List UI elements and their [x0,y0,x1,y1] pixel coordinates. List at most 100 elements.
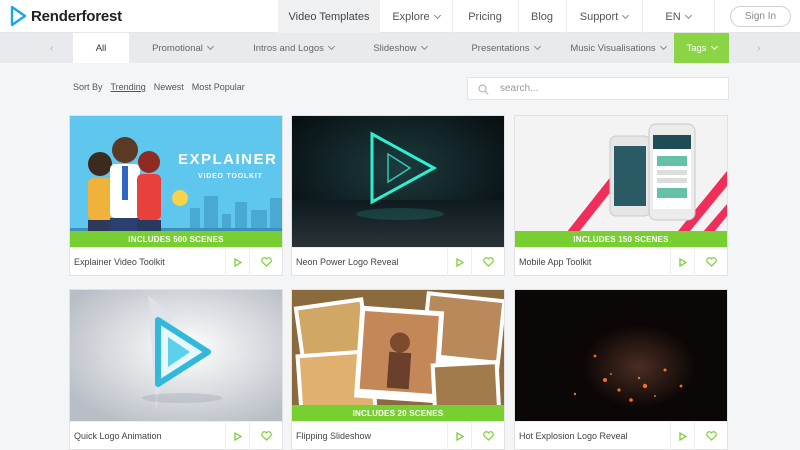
template-thumbnail[interactable] [292,116,504,247]
card-title[interactable]: Mobile App Toolkit [519,257,591,267]
mobile-app-thumbnail-image [515,116,727,247]
card-title[interactable]: Neon Power Logo Reveal [296,257,399,267]
heart-icon [482,431,494,441]
neon-thumbnail-image [292,116,504,247]
nav-label: EN [665,10,681,23]
chevron-down-icon [420,42,428,51]
play-icon [678,257,687,267]
nav-label: Video Templates [288,10,370,23]
template-card[interactable]: INCLUDES 20 SCENES Flipping Slideshow [291,289,505,450]
scenes-badge: INCLUDES 20 SCENES [292,405,504,421]
play-icon [455,257,464,267]
category-tags[interactable]: Tags [674,33,729,63]
heart-icon [705,257,717,267]
card-title[interactable]: Explainer Video Toolkit [74,257,165,267]
preview-button[interactable] [447,248,471,276]
play-icon [233,257,242,267]
brand-name: Renderforest [31,7,122,25]
nav-language[interactable]: EN [642,0,714,33]
preview-button[interactable] [670,422,694,450]
explainer-thumbnail-image: EXPLAINER VIDEO TOOLKIT [70,116,282,247]
chevron-down-icon [433,11,441,19]
chevron-down-icon [684,11,692,19]
search-input[interactable] [500,80,720,97]
play-triangle-logo-icon [10,6,27,26]
sort-label: Sort By [73,82,103,92]
template-card[interactable]: EXPLAINER VIDEO TOOLKIT INCLUDES 500 SCE… [69,115,283,276]
nav-video-templates[interactable]: Video Templates [278,0,380,33]
sort-trending[interactable]: Trending [111,82,146,92]
chevron-left-icon[interactable]: ‹ [50,43,53,54]
preview-button[interactable] [447,422,471,450]
scenes-badge: INCLUDES 150 SCENES [515,231,727,247]
template-thumbnail[interactable]: EXPLAINER VIDEO TOOLKIT INCLUDES 500 SCE… [70,116,282,247]
sign-in-button[interactable]: Sign In [730,6,791,27]
chevron-down-icon [710,42,718,51]
flipping-slideshow-thumbnail-image [292,290,504,421]
card-title[interactable]: Flipping Slideshow [296,431,371,441]
chevron-right-icon[interactable]: › [757,43,760,54]
category-label: Music Visualisations [570,42,656,54]
category-all[interactable]: All [73,33,129,63]
heart-icon [482,257,494,267]
like-button[interactable] [471,422,504,450]
card-title[interactable]: Hot Explosion Logo Reveal [519,431,628,441]
category-label: Promotional [152,42,203,54]
template-thumbnail[interactable]: INCLUDES 20 SCENES [292,290,504,421]
like-button[interactable] [694,248,727,276]
preview-button[interactable] [225,248,249,276]
category-presentations[interactable]: Presentations [449,33,562,63]
nav-label: Support [579,10,619,23]
like-button[interactable] [694,422,727,450]
heart-icon [705,431,717,441]
template-card[interactable]: Hot Explosion Logo Reveal [514,289,728,450]
brand-logo[interactable]: Renderforest [10,6,122,26]
like-button[interactable] [471,248,504,276]
preview-button[interactable] [225,422,249,450]
sort-most-popular[interactable]: Most Popular [192,82,245,92]
template-thumbnail[interactable] [515,290,727,421]
template-thumbnail[interactable] [70,290,282,421]
category-label: All [95,42,107,54]
scenes-badge: INCLUDES 500 SCENES [70,231,282,247]
like-button[interactable] [249,248,282,276]
nav-label: Explore [392,10,430,23]
sort-newest[interactable]: Newest [154,82,184,92]
nav-label: Blog [530,10,554,23]
hot-explosion-thumbnail-image [515,290,727,421]
category-label: Intros and Logos [253,42,324,54]
chevron-down-icon [327,42,335,51]
template-card[interactable]: INCLUDES 150 SCENES Mobile App Toolkit [514,115,728,276]
nav-pricing[interactable]: Pricing [452,0,518,33]
play-icon [233,431,242,441]
quick-logo-thumbnail-image [70,290,282,421]
heart-icon [260,431,272,441]
heart-icon [260,257,272,267]
nav-blog[interactable]: Blog [518,0,566,33]
nav-explore[interactable]: Explore [380,0,452,33]
search-icon [478,84,489,95]
template-card[interactable]: Neon Power Logo Reveal [291,115,505,276]
search-box [467,77,729,100]
category-slideshow[interactable]: Slideshow [351,33,449,63]
play-icon [455,431,464,441]
play-icon [678,431,687,441]
card-title[interactable]: Quick Logo Animation [74,431,162,441]
chevron-down-icon [659,42,667,51]
sort-bar: Sort By Trending Newest Most Popular [73,82,245,92]
chevron-down-icon [622,11,630,19]
category-music-visualisations[interactable]: Music Visualisations [562,33,674,63]
category-label: Slideshow [373,42,417,54]
top-navbar: Renderforest Video Templates Explore Pri… [0,0,800,33]
category-bar: ‹ All Promotional Intros and Logos Slide… [0,33,800,63]
thumb-title: EXPLAINER [178,151,277,168]
category-intros-logos[interactable]: Intros and Logos [236,33,351,63]
chevron-down-icon [206,42,214,51]
like-button[interactable] [249,422,282,450]
preview-button[interactable] [670,248,694,276]
category-promotional[interactable]: Promotional [129,33,236,63]
thumb-subtitle: VIDEO TOOLKIT [198,173,263,180]
template-thumbnail[interactable]: INCLUDES 150 SCENES [515,116,727,247]
nav-support[interactable]: Support [566,0,642,33]
template-card[interactable]: Quick Logo Animation [69,289,283,450]
